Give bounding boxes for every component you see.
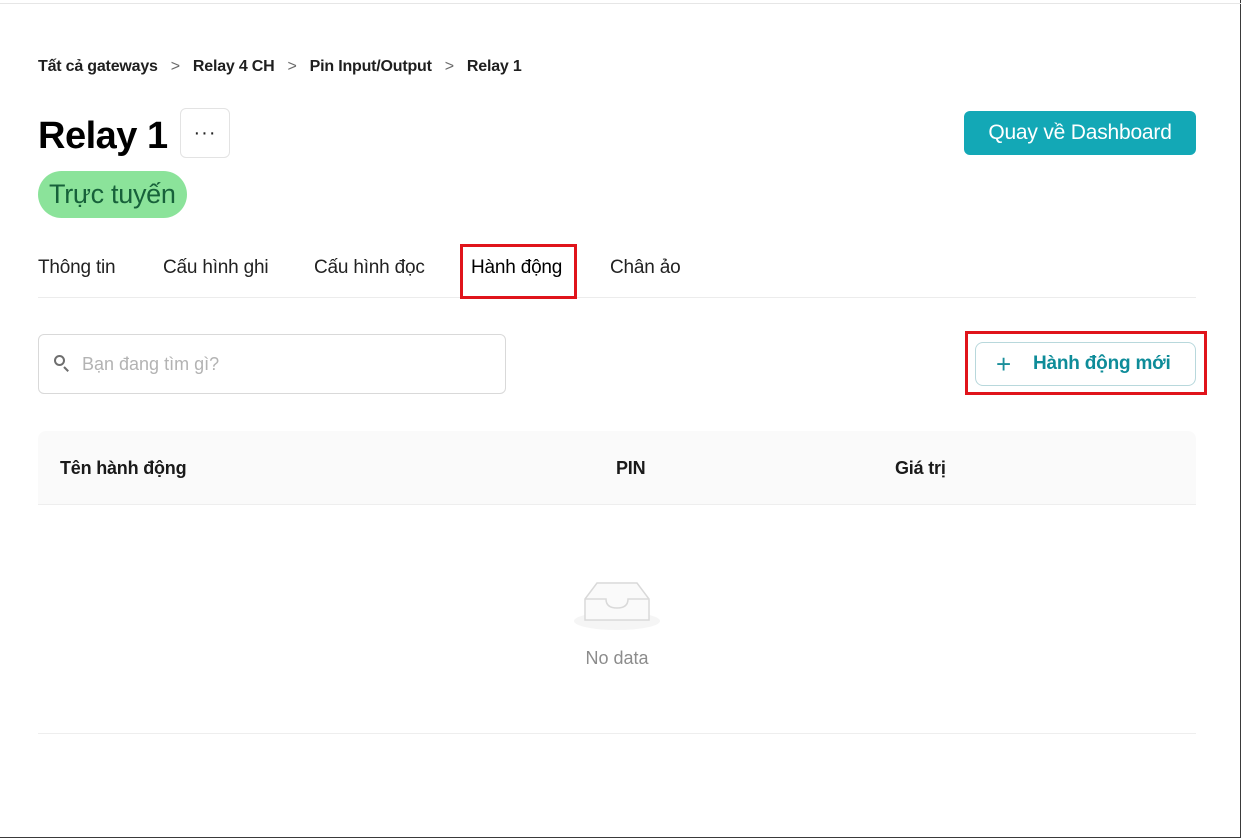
ellipsis-icon: ··· xyxy=(193,122,217,144)
column-header-pin[interactable]: PIN xyxy=(616,458,646,479)
breadcrumb-item-current: Relay 1 xyxy=(466,58,522,75)
table-header: Tên hành động PIN Giá trị xyxy=(38,431,1196,505)
highlight-box-new-action xyxy=(965,331,1207,395)
top-divider xyxy=(0,3,1241,4)
breadcrumb-item-gateways[interactable]: Tất cả gateways xyxy=(38,58,158,76)
more-options-button[interactable]: ··· xyxy=(180,108,230,158)
tab-write-config[interactable]: Cấu hình ghi xyxy=(163,257,269,279)
breadcrumb-separator: > xyxy=(444,58,454,75)
breadcrumb-separator: > xyxy=(287,58,297,75)
highlight-box-tab xyxy=(460,244,577,299)
column-header-value[interactable]: Giá trị xyxy=(895,458,946,479)
breadcrumb-separator: > xyxy=(170,58,180,75)
breadcrumb: Tất cả gateways > Relay 4 CH > Pin Input… xyxy=(38,58,522,76)
search-input[interactable] xyxy=(82,353,462,375)
page-title: Relay 1 xyxy=(38,115,168,157)
search-icon xyxy=(53,354,73,374)
search-box xyxy=(38,334,506,394)
back-to-dashboard-button[interactable]: Quay về Dashboard xyxy=(964,111,1196,155)
empty-state: No data xyxy=(38,505,1196,734)
tab-read-config[interactable]: Cấu hình đọc xyxy=(314,257,425,279)
empty-inbox-icon xyxy=(574,582,660,630)
status-badge: Trực tuyến xyxy=(38,171,187,218)
breadcrumb-item-relay-4ch[interactable]: Relay 4 CH xyxy=(193,58,275,76)
actions-table: Tên hành động PIN Giá trị No data xyxy=(38,431,1196,734)
tab-info[interactable]: Thông tin xyxy=(38,257,116,279)
tab-virtual-pins[interactable]: Chân ảo xyxy=(610,257,681,279)
column-header-action-name[interactable]: Tên hành động xyxy=(60,458,187,479)
breadcrumb-item-pin-io[interactable]: Pin Input/Output xyxy=(310,58,432,76)
empty-state-text: No data xyxy=(585,648,649,668)
tab-bar: Thông tin Cấu hình ghi Cấu hình đọc Hành… xyxy=(38,240,1196,298)
